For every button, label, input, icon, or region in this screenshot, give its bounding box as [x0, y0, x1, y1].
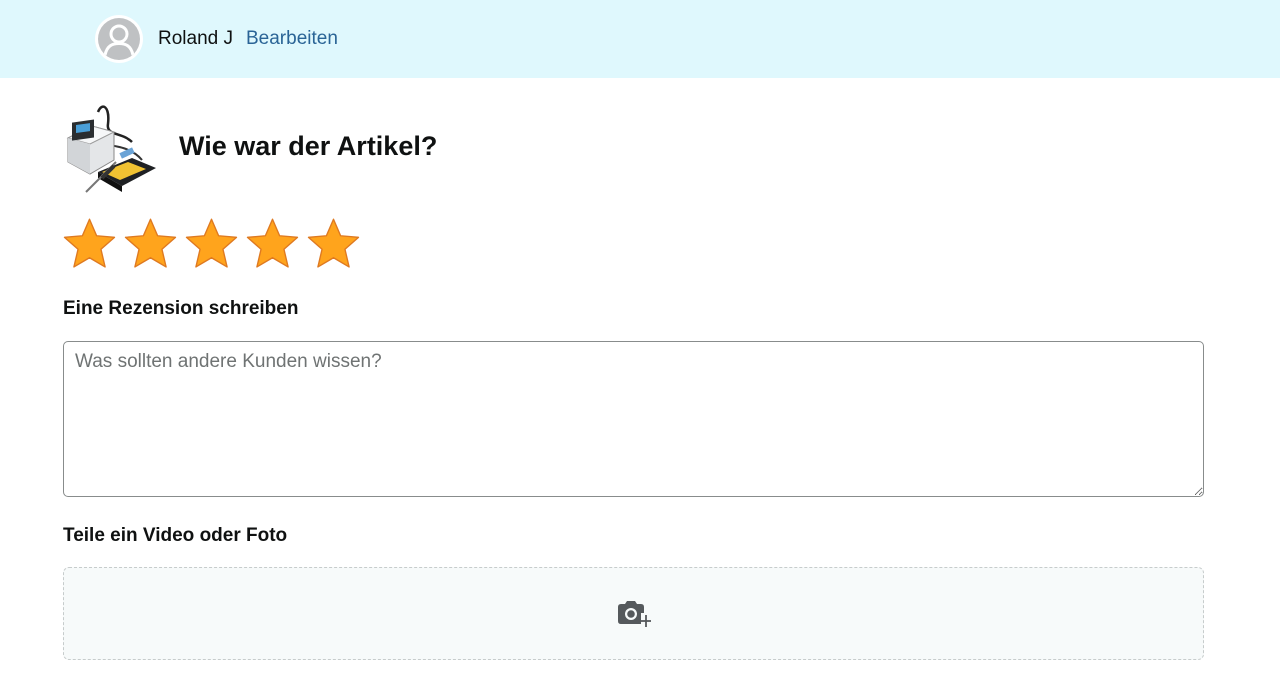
media-section-label: Teile ein Video oder Foto: [63, 525, 288, 546]
star-icon[interactable]: [245, 216, 300, 272]
user-header: Roland J Bearbeiten: [0, 0, 1280, 78]
star-rating[interactable]: [62, 216, 361, 272]
star-icon[interactable]: [184, 216, 239, 272]
star-icon[interactable]: [123, 216, 178, 272]
media-upload-dropzone[interactable]: [63, 567, 1204, 660]
user-name: Roland J: [158, 28, 233, 49]
review-section-label: Eine Rezension schreiben: [63, 298, 299, 319]
product-image: [62, 102, 158, 196]
star-icon[interactable]: [62, 216, 117, 272]
soldering-station-icon: [66, 105, 156, 193]
avatar: [95, 15, 143, 63]
camera-add-icon[interactable]: [615, 599, 651, 629]
review-question-heading: Wie war der Artikel?: [179, 131, 438, 161]
star-icon[interactable]: [306, 216, 361, 272]
review-textarea[interactable]: [63, 341, 1204, 497]
avatar-person-icon: [98, 18, 140, 60]
edit-profile-link[interactable]: Bearbeiten: [246, 28, 338, 50]
